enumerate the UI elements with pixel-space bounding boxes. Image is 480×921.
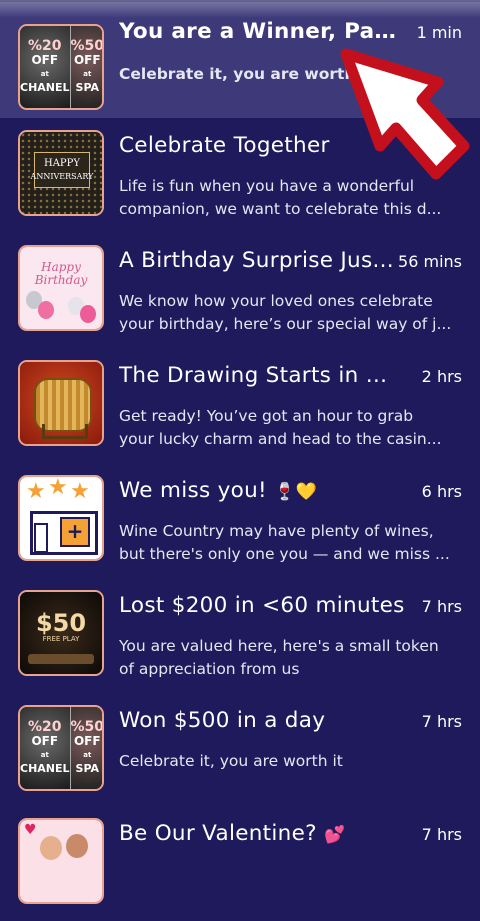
notification-title: A Birthday Surprise Jus...: [119, 248, 394, 273]
lottery-stand: [42, 424, 88, 439]
notification-body: Celebrate it, you are worth it: [119, 750, 464, 773]
notification-title: Won $500 in a day: [119, 708, 326, 733]
coupon-percent: %50: [70, 719, 104, 735]
coupon-off: OFF: [31, 53, 59, 67]
notification-body: We know how your loved ones celebrate yo…: [119, 290, 464, 336]
coupon-off: OFF: [73, 53, 101, 67]
thumb-text: Birthday: [34, 273, 88, 287]
notification-thumbnail-free-play: $50 FREE PLAY: [18, 590, 104, 676]
star-icon: ★: [70, 479, 90, 504]
notification-item[interactable]: ★ ★ ★ + We miss you! 🍷💛 6 hrs Wine Count…: [0, 463, 480, 578]
coupon-brand: SPA: [75, 762, 100, 775]
coupon-at: at: [83, 70, 92, 78]
notification-title: The Drawing Starts in 60 ...: [119, 363, 395, 388]
thumb-text: ANNIVERSARY: [30, 172, 94, 181]
coupon-brand: CHANEL: [20, 762, 70, 775]
notification-body: You are valued here, here's a small toke…: [119, 635, 464, 681]
notification-body: Wine Country may have plenty of wines, b…: [119, 520, 464, 566]
notification-title-text: We miss you!: [119, 478, 267, 503]
notification-item[interactable]: Happy Birthday A Birthday Surprise Jus...…: [0, 233, 480, 348]
notification-title: You are a Winner, Pamp...: [119, 19, 411, 44]
hearts-emoji-icon: 💕: [324, 825, 346, 845]
notification-item[interactable]: $50 FREE PLAY Lost $200 in <60 minutes 7…: [0, 578, 480, 693]
notification-item[interactable]: ♥ Be Our Valentine? 💕 7 hrs: [0, 806, 480, 921]
heart-icon: ♥: [24, 822, 37, 838]
coupon-brand: SPA: [75, 81, 100, 94]
coupon-brand: CHANEL: [20, 81, 70, 94]
coupon-at: at: [40, 70, 49, 78]
notification-thumbnail-coupon: %20 OFF at CHANEL %50 OFF at SPA: [18, 705, 104, 791]
notification-body-line: companion, we want to celebrate this d..…: [119, 200, 442, 218]
coupon-at: at: [83, 751, 92, 759]
coupon-at: at: [40, 751, 49, 759]
notification-item[interactable]: %20 OFF at CHANEL %50 OFF at SPA Won $50…: [0, 693, 480, 808]
notification-time: 2 hrs: [421, 367, 462, 386]
notification-body-line: your lucky charm and head to the casin..…: [119, 430, 442, 448]
notification-title: We miss you! 🍷💛: [119, 477, 395, 506]
notification-title-text: Be Our Valentine?: [119, 821, 317, 846]
notification-time: 1 min: [416, 23, 462, 42]
notification-body: Get ready! You’ve got an hour to grab yo…: [119, 405, 464, 451]
notification-body-line: You are valued here, here's a small toke…: [119, 637, 439, 655]
notification-thumbnail-coupon: %20 OFF at CHANEL %50 OFF at SPA: [18, 24, 104, 110]
thumb-text: HAPPY: [43, 158, 80, 169]
free-play-label: FREE PLAY: [42, 635, 80, 643]
coupon-off: OFF: [73, 734, 101, 748]
notification-time: 7 hrs: [421, 597, 462, 616]
star-icon: ★: [48, 475, 68, 500]
notification-body-line: Get ready! You’ve got an hour to grab: [119, 407, 414, 425]
balloon-icon: [38, 301, 54, 319]
notification-time: 7 hrs: [421, 825, 462, 844]
person-icon: [66, 834, 88, 858]
coupon-percent: %50: [70, 38, 104, 54]
notification-body-line: We know how your loved ones celebrate: [119, 292, 433, 310]
notification-thumbnail-lottery-drum: [18, 360, 104, 446]
person-icon: [40, 836, 62, 860]
wine-heart-emoji-icon: 🍷💛: [274, 482, 318, 502]
notification-body-line: Celebrate it, you are worth it: [119, 752, 343, 770]
coupon-percent: %20: [28, 719, 62, 735]
notification-body-line: but there's only one you — and we miss .…: [119, 545, 450, 563]
notification-title: Be Our Valentine? 💕: [119, 820, 395, 849]
thumb-text: Happy: [41, 260, 81, 274]
notification-body-line: your birthday, here’s our special way of…: [119, 315, 452, 333]
notification-body-line: Wine Country may have plenty of wines,: [119, 522, 434, 540]
door-icon: [34, 523, 48, 553]
chips-icon: [28, 654, 94, 664]
notification-thumbnail-valentine: ♥: [18, 818, 104, 904]
notification-thumbnail-anniversary: HAPPY ANNIVERSARY: [18, 130, 104, 216]
notification-title: Lost $200 in <60 minutes: [119, 593, 405, 618]
notification-body-line: of appreciation from us: [119, 660, 300, 678]
arrow-cursor-icon: [340, 48, 470, 180]
coupon-percent: %20: [28, 38, 62, 54]
notification-thumbnail-birthday: Happy Birthday: [18, 245, 104, 331]
coupon-off: OFF: [31, 734, 59, 748]
notification-time: 6 hrs: [421, 482, 462, 501]
notification-thumbnail-stars: ★ ★ ★ +: [18, 475, 104, 561]
notification-time: 56 mins: [398, 252, 462, 271]
free-play-amount: $50: [35, 609, 87, 637]
balloon-icon: [80, 305, 96, 323]
notification-time: 7 hrs: [421, 712, 462, 731]
star-icon: ★: [26, 479, 46, 504]
plus-icon: +: [60, 517, 90, 547]
notification-item[interactable]: The Drawing Starts in 60 ... 2 hrs Get r…: [0, 348, 480, 463]
